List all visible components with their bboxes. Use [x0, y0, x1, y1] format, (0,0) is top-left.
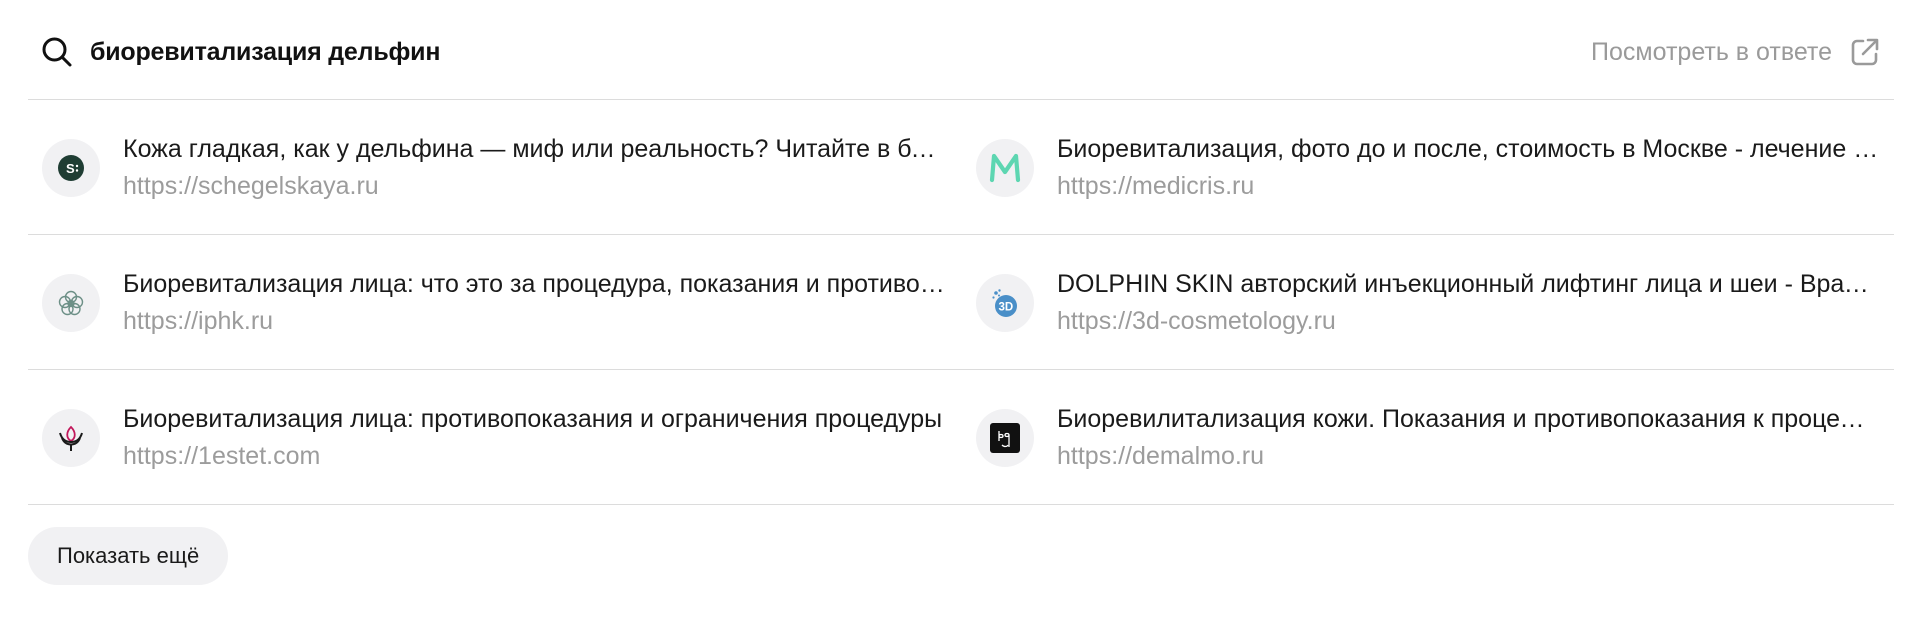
results-list: S Кожа гладкая, как у дельфина — миф или…: [28, 100, 1894, 505]
demalmo-logo-icon: [990, 423, 1020, 453]
search-header: биоревитализация дельфин Посмотреть в от…: [28, 0, 1894, 100]
external-link-icon: [1851, 38, 1879, 66]
result-title: Биоревилитализация кожи. Показания и про…: [1057, 405, 1879, 433]
result-item[interactable]: Биоревитализация лица: что это за процед…: [28, 235, 948, 369]
3d-cosmetology-logo-icon: 3D: [992, 289, 1017, 317]
result-title: Биоревитализация, фото до и после, стоим…: [1057, 135, 1879, 163]
svg-text:3D: 3D: [999, 302, 1014, 314]
result-item[interactable]: Биоревитализация лица: противопоказания …: [28, 370, 948, 504]
lotus-icon: [59, 425, 83, 451]
results-row: Биоревитализация лица: противопоказания …: [28, 370, 1894, 505]
result-item[interactable]: Биоревилитализация кожи. Показания и про…: [962, 370, 1882, 504]
medicris-logo-icon: [989, 153, 1021, 183]
1estet-favicon: [42, 409, 100, 467]
search-query: биоревитализация дельфин: [90, 38, 441, 66]
show-more-button[interactable]: Показать ещё: [28, 527, 229, 585]
result-url: https://1estet.com: [123, 442, 321, 470]
demalmo-favicon: [976, 409, 1034, 467]
results-row: Биоревитализация лица: что это за процед…: [28, 235, 1894, 370]
result-url: https://schegelskaya.ru: [123, 172, 379, 200]
result-url: https://demalmo.ru: [1057, 442, 1265, 470]
schegelskaya-logo-icon: S: [58, 155, 84, 181]
result-item[interactable]: S Кожа гладкая, как у дельфина — миф или…: [28, 100, 948, 234]
schegelskaya-favicon: S: [42, 139, 100, 197]
result-url: https://3d-cosmetology.ru: [1057, 307, 1336, 335]
view-in-answer-label: Посмотреть в ответе: [1591, 37, 1832, 66]
result-url: https://medicris.ru: [1057, 172, 1255, 200]
3d-cosmetology-favicon: 3D: [976, 274, 1034, 332]
results-row: S Кожа гладкая, как у дельфина — миф или…: [28, 100, 1894, 235]
result-title: Биоревитализация лица: что это за процед…: [123, 270, 945, 298]
result-item[interactable]: Биоревитализация, фото до и после, стоим…: [962, 100, 1882, 234]
result-title: Кожа гладкая, как у дельфина — миф или р…: [123, 135, 945, 163]
view-in-answer-link[interactable]: Посмотреть в ответе: [1591, 34, 1880, 70]
medicris-favicon: [976, 139, 1034, 197]
flower-icon: [58, 290, 84, 316]
search-icon: [42, 37, 72, 67]
result-item[interactable]: 3D DOLPHIN SKIN авторский инъекционный л…: [962, 235, 1882, 369]
result-title: Биоревитализация лица: противопоказания …: [123, 405, 943, 433]
iphk-favicon: [42, 274, 100, 332]
result-title: DOLPHIN SKIN авторский инъекционный лифт…: [1057, 270, 1879, 298]
svg-text:S: S: [66, 161, 75, 176]
result-url: https://iphk.ru: [123, 307, 274, 335]
